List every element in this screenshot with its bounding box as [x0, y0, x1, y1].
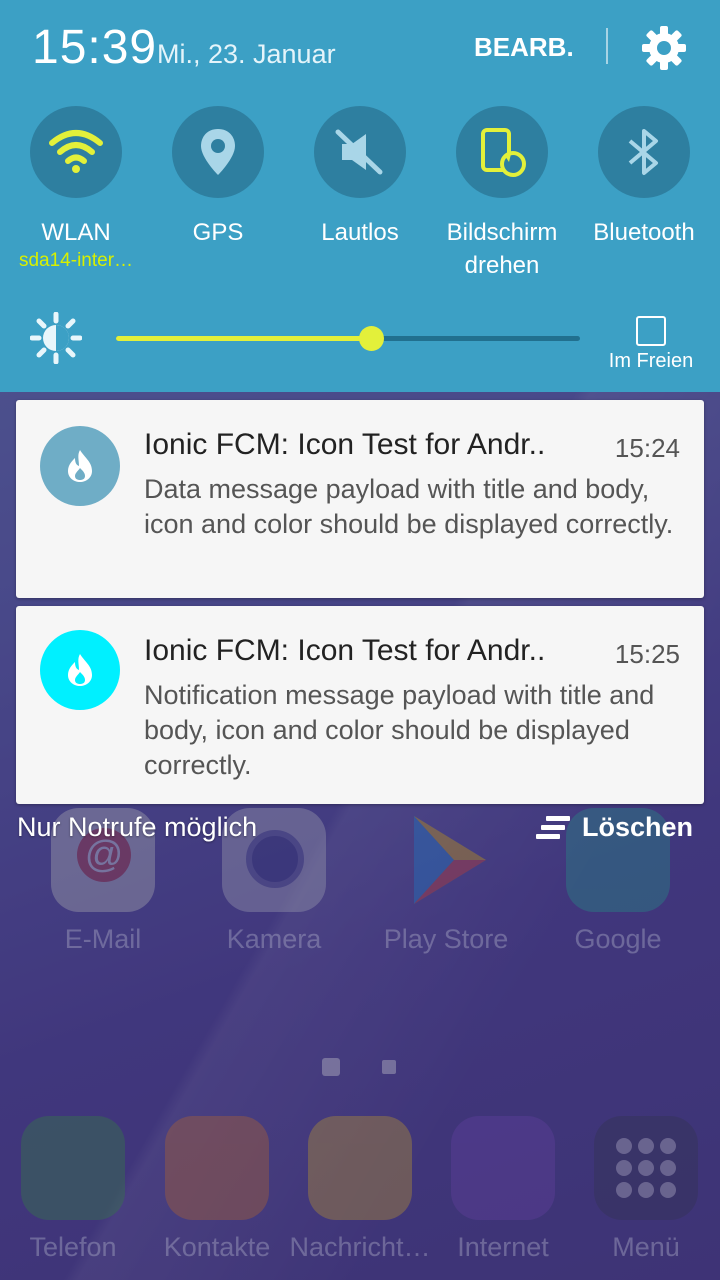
tile-sublabel: sda14-inter…: [18, 250, 134, 271]
tile-label: Bildschirm drehen: [446, 219, 558, 279]
notification-body: Notification message payload with title …: [144, 680, 655, 780]
tile-circle[interactable]: [598, 106, 690, 198]
brightness-slider-thumb[interactable]: [359, 326, 385, 351]
notification-time: 15:25: [614, 639, 680, 669]
mute-icon: [335, 129, 383, 175]
rotate-screen-icon: [481, 128, 526, 177]
clear-all-button[interactable]: Löschen: [536, 812, 693, 843]
tile-label: GPS: [192, 219, 244, 246]
notification-flame-icon: [40, 630, 120, 710]
notification-card[interactable]: Ionic FCM: Icon Test for Andr.. 15:25 No…: [16, 606, 704, 804]
tile-mute[interactable]: Lautlos: [289, 106, 431, 249]
brightness-icon: [29, 311, 83, 365]
clear-all-label: Löschen: [582, 812, 694, 842]
wifi-icon: [49, 130, 103, 173]
tile-wlan[interactable]: WLAN sda14-inter…: [5, 106, 147, 273]
tile-label: Lautlos: [321, 219, 399, 246]
notification-title: Ionic FCM: Icon Test for Andr..: [144, 428, 546, 461]
clear-all-icon: [536, 815, 570, 839]
clock: 15:39: [32, 21, 158, 74]
date: Mi., 23. Januar: [157, 39, 336, 69]
edit-button[interactable]: BEARB.: [474, 32, 574, 63]
divider: [606, 28, 608, 64]
tile-label: WLAN: [41, 219, 111, 246]
brightness-slider-fill: [116, 336, 372, 341]
tile-bluetooth[interactable]: Bluetooth: [573, 106, 715, 249]
notification-flame-icon: [40, 426, 120, 506]
notification-title: Ionic FCM: Icon Test for Andr..: [144, 634, 546, 667]
tile-circle[interactable]: [172, 106, 264, 198]
location-pin-icon: [201, 129, 235, 175]
notification-time: 15:24: [614, 433, 680, 463]
tile-rotate[interactable]: Bildschirm drehen: [431, 106, 573, 282]
tile-gps[interactable]: GPS: [147, 106, 289, 249]
emergency-calls-only-label: Nur Notrufe möglich: [17, 812, 258, 842]
settings-gear-icon[interactable]: [640, 24, 688, 72]
quick-settings-panel: 15:39 Mi., 23. Januar BEARB. WLAN sda14-…: [0, 0, 720, 392]
tile-label: Bluetooth: [593, 219, 695, 246]
bluetooth-icon: [628, 129, 658, 175]
brightness-slider[interactable]: [116, 326, 580, 351]
outdoor-checkbox[interactable]: [636, 316, 666, 346]
tile-circle[interactable]: [314, 106, 406, 198]
notification-body: Data message payload with title and body…: [144, 474, 674, 539]
outdoor-label: Im Freien: [608, 350, 694, 372]
notification-card[interactable]: Ionic FCM: Icon Test for Andr.. 15:24 Da…: [16, 400, 704, 598]
tile-circle[interactable]: [30, 106, 122, 198]
tile-circle[interactable]: [456, 106, 548, 198]
